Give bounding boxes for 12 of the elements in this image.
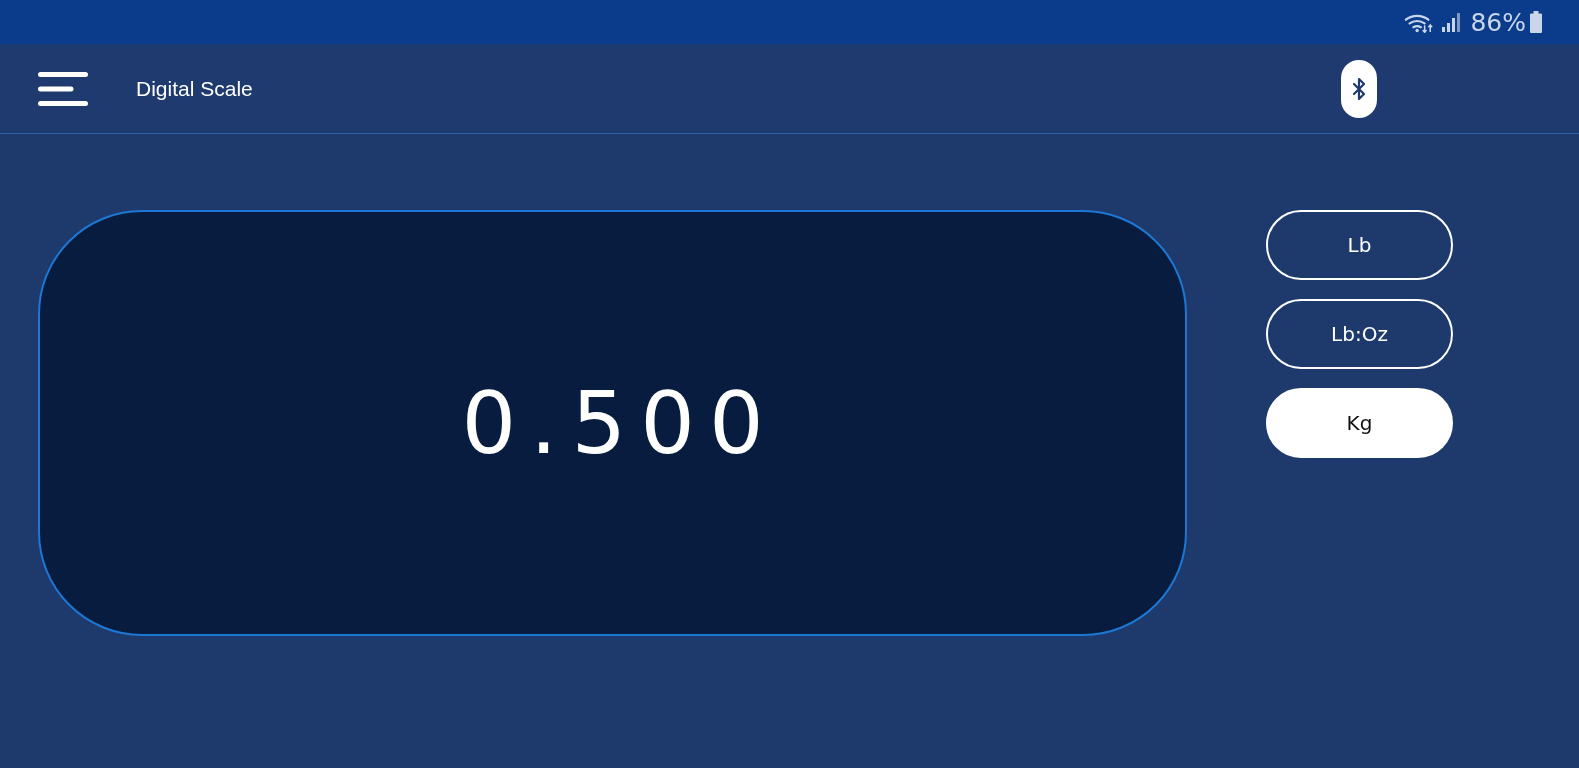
battery-percentage: 86%	[1470, 7, 1526, 37]
bluetooth-icon	[1353, 76, 1365, 101]
unit-button[interactable]: Lb:Oz	[1266, 299, 1453, 369]
signal-icon	[1442, 12, 1461, 32]
weight-reading: 0.500	[460, 375, 778, 471]
battery-icon	[1530, 11, 1542, 33]
unit-button[interactable]: Kg	[1266, 388, 1453, 458]
app-title: Digital Scale	[136, 76, 253, 101]
unit-button[interactable]: Lb	[1266, 210, 1453, 280]
menu-button[interactable]	[38, 71, 88, 106]
bluetooth-button[interactable]	[1341, 59, 1377, 118]
menu-icon	[38, 71, 88, 106]
